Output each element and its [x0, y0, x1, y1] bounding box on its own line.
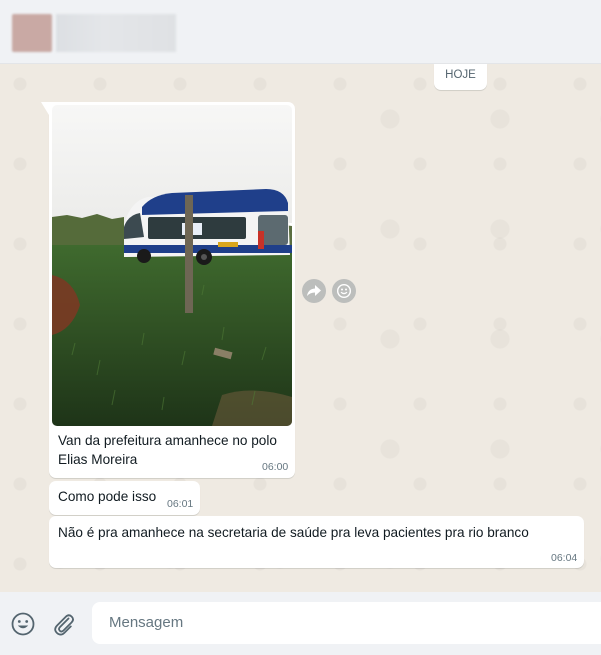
photo-van-in-field — [52, 105, 292, 426]
chat-header — [0, 0, 601, 64]
message-text: Como pode isso — [58, 489, 157, 504]
emoji-button[interactable] — [10, 611, 36, 637]
contact-avatar[interactable] — [12, 14, 52, 52]
message-time: 06:01 — [167, 498, 194, 510]
text-message[interactable]: Não é pra amanhece na secretaria de saúd… — [49, 516, 584, 568]
message-time: 06:04 — [551, 552, 578, 564]
forward-button[interactable] — [302, 279, 326, 303]
message-time: 06:00 — [262, 461, 289, 473]
attach-button[interactable] — [51, 611, 77, 637]
message-photo[interactable] — [52, 105, 292, 426]
bubble-tail — [41, 102, 49, 115]
forward-icon — [307, 285, 321, 296]
message-input[interactable]: Mensagem — [92, 602, 601, 644]
contact-name-redacted[interactable] — [56, 14, 176, 52]
caption-line-1: Van da prefeitura amanhece no polo — [58, 433, 277, 448]
image-message[interactable]: Van da prefeitura amanhece no polo Elias… — [41, 102, 295, 478]
paperclip-icon — [54, 614, 74, 636]
react-button[interactable] — [332, 279, 356, 303]
message-text: Não é pra amanhece na secretaria de saúd… — [58, 525, 529, 540]
text-message[interactable]: Como pode isso 06:01 — [49, 481, 200, 515]
emoji-react-icon — [337, 284, 351, 298]
date-divider: HOJE — [434, 64, 487, 90]
message-list[interactable]: HOJE Van da prefeitura amanhece no polo … — [0, 64, 601, 592]
compose-bar: Mensagem — [0, 592, 601, 655]
emoji-icon — [11, 612, 35, 636]
